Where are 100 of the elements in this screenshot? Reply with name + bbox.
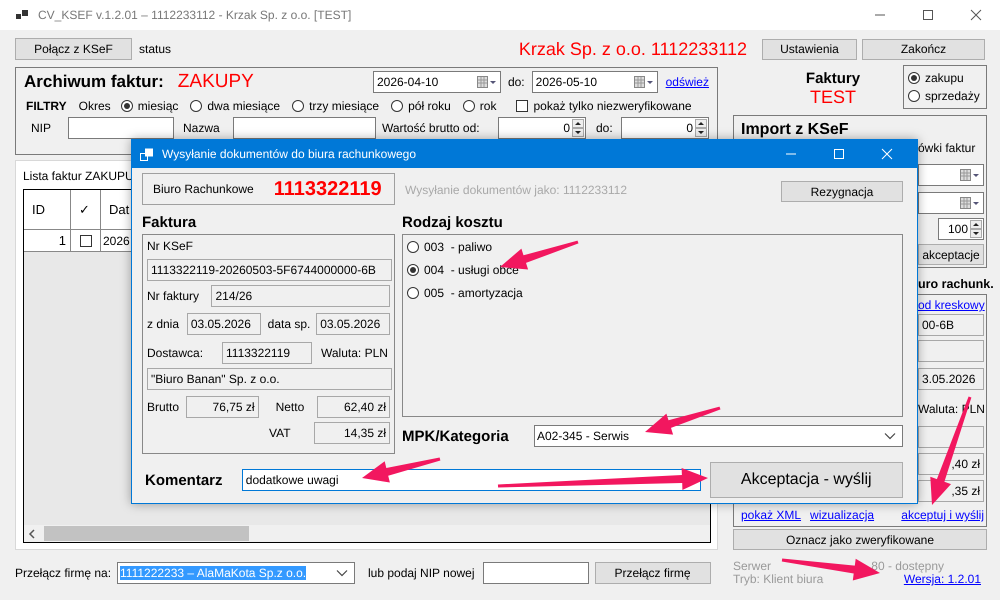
server-status: Serwer (733, 560, 772, 573)
section-title: Archiwum faktur: (24, 72, 164, 92)
barcode-link[interactable]: od kreskowy (918, 298, 985, 314)
office-nip: 1113322119 (274, 178, 382, 200)
field-label: Dostawca: (147, 346, 204, 360)
dialog-title: Wysyłanie dokumentów do biura rachunkowego (162, 147, 416, 161)
refresh-link[interactable]: odśwież (666, 75, 709, 89)
exit-button[interactable]: Zakończ (862, 38, 985, 60)
action-link[interactable]: pokaż XML (741, 508, 802, 522)
date-field[interactable] (918, 192, 984, 214)
count-field[interactable]: 100 (938, 218, 984, 240)
calendar-icon[interactable] (960, 197, 980, 209)
field-label: VAT (269, 426, 292, 440)
chevron-down-icon[interactable] (884, 432, 896, 440)
connect-button[interactable]: Połącz z KSeF (15, 38, 132, 60)
readonly-field: "Biuro Banan" Sp. z o.o. (147, 368, 392, 390)
field-label: lub podaj NIP nowej (368, 566, 475, 580)
chevron-down-icon[interactable] (336, 569, 348, 577)
server-status: 80 - dostępny (871, 560, 944, 573)
mode-label: Tryb: Klient biura (733, 573, 824, 586)
field-label: Okres (78, 99, 111, 113)
settings-button[interactable]: Ustawienia (762, 38, 857, 60)
field-label: Przełącz firmę na: (15, 566, 112, 580)
readonly-field: 03.05.2026 (316, 313, 390, 335)
panel-title: Import z KSeF (741, 121, 850, 139)
cancel-button[interactable]: Rezygnacja (781, 181, 903, 202)
app-icon (16, 10, 28, 20)
horizontal-scrollbar[interactable] (24, 525, 710, 542)
field-label: Komentarz (145, 470, 224, 490)
field-label: do: (596, 120, 614, 134)
filters-label: FILTRY (26, 99, 67, 113)
readonly-field: 00-6B (918, 314, 984, 336)
spin-arrows-icon[interactable] (970, 220, 982, 238)
close-icon[interactable] (970, 9, 982, 21)
date-field[interactable] (918, 164, 984, 186)
submit-button[interactable]: Akceptacja - wyślij (710, 462, 903, 498)
period-radio[interactable]: miesiąc (120, 99, 178, 113)
cost-type-radio[interactable]: 003 - paliwo (407, 240, 898, 254)
invoice-kind-radio[interactable]: sprzedaży (908, 89, 982, 103)
app-icon (140, 148, 154, 160)
amount-field[interactable]: 0 (498, 116, 586, 138)
readonly-field: 3.05.2026 (918, 368, 984, 390)
row-checkbox[interactable] (71, 230, 101, 252)
cost-type-radio[interactable]: 004 - usługi obce (407, 263, 898, 277)
readonly-field: 14,35 zł (314, 422, 390, 444)
amount-field[interactable]: 0 (621, 116, 709, 138)
period-radio[interactable]: pół roku (391, 99, 451, 113)
period-radio[interactable]: trzy miesiące (292, 99, 380, 113)
scroll-left-icon[interactable] (28, 528, 36, 538)
sending-as-label: Wysyłanie dokumentów jako: 1112233112 (405, 183, 628, 197)
section-title: Rodzaj kosztu (402, 212, 504, 232)
cost-type-radio[interactable]: 005 - amortyzacja (407, 286, 898, 300)
verify-button[interactable]: Oznacz jako zweryfikowane (733, 529, 987, 550)
date-field[interactable]: 2026-04-10 (372, 71, 501, 93)
field-label: MPK/Kategoria (402, 426, 510, 446)
action-link[interactable]: wizualizacja (810, 508, 874, 522)
window-title: CV_KSEF v.1.2.01 – 1112233112 - Krzak Sp. z o.o. [TEST] (38, 8, 352, 22)
period-radio[interactable]: dwa miesiące (190, 99, 280, 113)
nip-field[interactable] (68, 116, 174, 138)
invoices-title: Faktury (806, 70, 860, 87)
action-link[interactable]: akceptuj i wyślij (901, 508, 984, 522)
category-dropdown[interactable]: A02-345 - Serwis (534, 425, 903, 447)
status-label: status (139, 42, 172, 56)
version-link[interactable]: Wersja: 1.2.01 (904, 573, 981, 586)
readonly-field: 76,75 zł (186, 396, 259, 418)
name-field[interactable] (233, 116, 376, 138)
field-label: Brutto (147, 400, 180, 414)
readonly-field: 214/26 (211, 285, 390, 307)
unverified-checkbox[interactable]: pokaż tylko niezweryfikowane (516, 99, 692, 113)
field-label: Biuro Rachunkowe (153, 182, 254, 196)
period-radio[interactable]: rok (462, 99, 496, 113)
field-label: NIP (31, 120, 52, 134)
spin-arrows-icon[interactable] (695, 118, 707, 136)
readonly-field: 1113322119-20260503-5F6744000000-6B (147, 259, 392, 281)
readonly-field: 03.05.2026 (186, 313, 261, 335)
readonly-field: 62,40 zł (316, 396, 390, 418)
calendar-icon[interactable] (476, 76, 497, 88)
section-title: uro rachunk. (918, 276, 994, 292)
invoice-kind-radio[interactable]: zakupu (908, 71, 982, 85)
field-label: Wartość brutto od: (382, 120, 481, 134)
switch-company-button[interactable]: Przełącz firmę (594, 562, 711, 584)
field-label: z dnia (147, 317, 180, 331)
spin-arrows-icon[interactable] (572, 118, 584, 136)
calendar-icon[interactable] (634, 76, 654, 88)
calendar-icon[interactable] (960, 169, 980, 181)
maximize-icon[interactable] (922, 9, 934, 21)
company-title: Krzak Sp. z o.o. 1112233112 (518, 38, 747, 60)
accept-button[interactable]: akceptacje (918, 244, 984, 265)
currency-label: Waluta: PLN (321, 346, 388, 360)
nip-field[interactable] (482, 562, 589, 584)
field-label: Nazwa (183, 120, 221, 134)
field-label: ówki faktur (918, 140, 976, 157)
section-title: Faktura (142, 212, 198, 232)
field-label: Nr faktury (147, 289, 200, 303)
date-field[interactable]: 2026-05-10 (532, 71, 658, 93)
field-label: do: (508, 75, 525, 89)
readonly-field: 1113322119 (222, 342, 312, 364)
field-label: Netto (276, 400, 306, 414)
field-label: data sp. (268, 317, 312, 331)
section-subtitle: ZAKUPY (178, 71, 254, 93)
